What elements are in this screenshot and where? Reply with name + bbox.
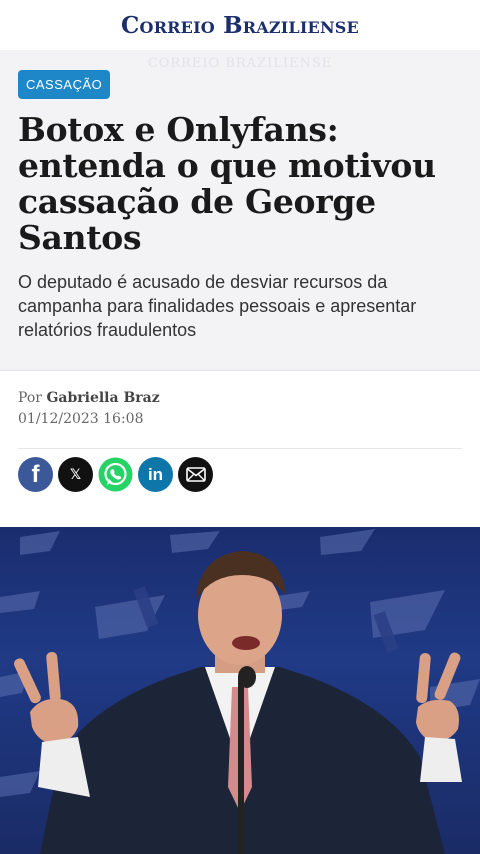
speaker-photo-illustration — [0, 529, 480, 854]
article-subtitle: O deputado é acusado de desviar recursos… — [18, 272, 417, 340]
share-bar: f 𝕏 in — [18, 457, 213, 492]
byline-prefix: Por — [18, 390, 42, 406]
facebook-icon: f — [31, 460, 40, 488]
whatsapp-icon — [98, 457, 133, 492]
facebook-share-button[interactable]: f — [18, 457, 53, 492]
site-header: Correio Braziliense — [0, 0, 480, 50]
linkedin-share-button[interactable]: in — [138, 457, 173, 492]
x-icon: 𝕏 — [69, 466, 82, 483]
article-title: Botox e Onlyfans: entenda o que motivou … — [18, 110, 436, 257]
category-badge[interactable]: CASSAÇÃO — [18, 70, 111, 99]
email-icon — [185, 467, 206, 482]
article-photo[interactable] — [0, 527, 480, 854]
x-share-button[interactable]: 𝕏 — [58, 457, 93, 492]
site-logo[interactable]: Correio Braziliense — [121, 12, 359, 39]
email-share-button[interactable] — [178, 457, 213, 492]
linkedin-icon: in — [147, 464, 164, 484]
whatsapp-share-button[interactable] — [98, 457, 133, 492]
divider — [18, 448, 462, 449]
article-hero: CORREIO BRAZILIENSE CASSAÇÃO Botox e Onl… — [0, 50, 480, 371]
author-name[interactable]: Gabriella Braz — [46, 390, 159, 406]
publish-date: 01/12/2023 16:08 — [18, 411, 144, 427]
byline: Por Gabriella Braz 01/12/2023 16:08 — [18, 388, 160, 430]
ghost-watermark: CORREIO BRAZILIENSE — [147, 56, 333, 71]
